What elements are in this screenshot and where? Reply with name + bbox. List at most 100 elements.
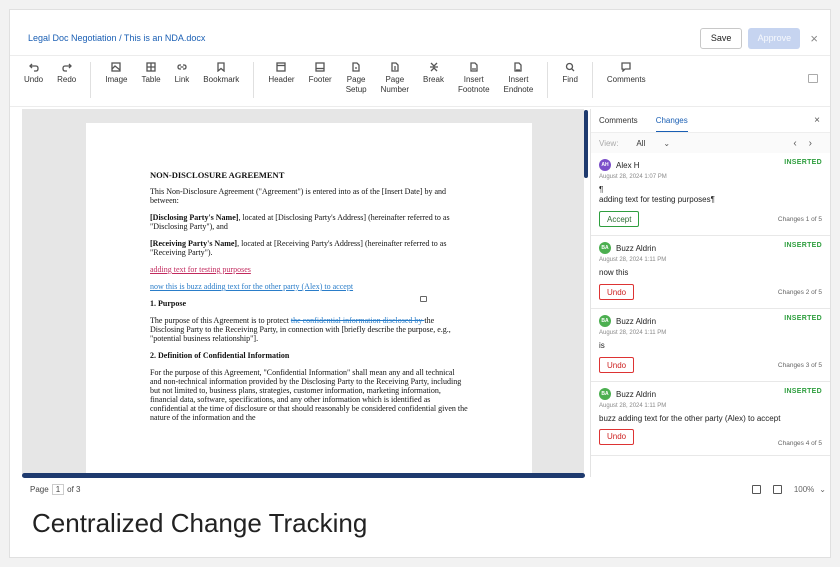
undo-change-button[interactable]: Undo (599, 428, 635, 445)
page-number-button[interactable]: Page Number (381, 62, 409, 95)
change-content: adding text for testing purposes¶ (599, 195, 715, 204)
change-card[interactable]: AH Alex H INSERTED August 28, 2024 1:07 … (591, 153, 830, 236)
insert-footnote-label: Insert Footnote (457, 75, 490, 94)
filter-label: View: (599, 138, 619, 148)
tracked-deletion[interactable]: the confidential information disclosed b… (291, 316, 425, 325)
image-icon (111, 62, 122, 72)
endnote-icon (514, 62, 523, 72)
review-panel: Comments Changes × View: All ⌄ ‹› AH Ale… (590, 109, 830, 477)
link-icon (177, 64, 187, 70)
undo-change-button[interactable]: Undo (599, 357, 635, 373)
change-author: Buzz Aldrin (616, 389, 657, 399)
tab-changes[interactable]: Changes (655, 110, 688, 132)
breadcrumb-project-link[interactable]: Legal Doc Negotiation (28, 33, 117, 43)
change-pilcrow: ¶ (599, 185, 604, 194)
close-icon[interactable]: × (810, 32, 818, 45)
change-content: is (599, 341, 605, 350)
editor-toolbar: Undo Redo Image Table Link Bookmark Head… (10, 55, 830, 107)
changes-filter: View: All ⌄ ‹› (591, 133, 830, 153)
header-icon (276, 62, 287, 72)
page-number-input[interactable]: 1 (51, 483, 65, 495)
redo-label: Redo (57, 75, 77, 84)
change-navigation-arrows[interactable]: ‹› (793, 138, 824, 149)
print-layout-icon[interactable] (751, 484, 761, 494)
bookmark-icon (217, 62, 225, 72)
save-button[interactable]: Save (699, 27, 743, 49)
redo-icon (62, 63, 72, 72)
track-changes-icon[interactable] (772, 484, 782, 494)
change-footer: Accept Changes 1 of 5 (599, 211, 822, 227)
footer-label: Footer (308, 75, 332, 84)
avatar: AH (599, 159, 611, 171)
change-author: Buzz Aldrin (616, 243, 657, 253)
redo-button[interactable]: Redo (57, 62, 76, 85)
image-button[interactable]: Image (105, 62, 127, 85)
accept-change-button[interactable]: Accept (599, 211, 640, 227)
break-icon (429, 62, 438, 72)
comment-icon (621, 62, 631, 72)
status-controls: 100% ⌄ (740, 484, 826, 494)
breadcrumb-file[interactable]: This is an NDA.docx (124, 33, 206, 43)
change-card[interactable]: BA Buzz Aldrin INSERTED August 28, 2024 … (591, 382, 830, 456)
change-card[interactable]: BA Buzz Aldrin INSERTED August 28, 2024 … (591, 236, 830, 309)
change-type-badge: INSERTED (784, 242, 822, 249)
insert-endnote-label: Insert Endnote (503, 75, 534, 94)
approve-button[interactable]: Approve (748, 27, 801, 49)
horizontal-scrollbar[interactable] (22, 473, 585, 478)
header-button[interactable]: Header (268, 62, 295, 85)
document-title: NON-DISCLOSURE AGREEMENT (150, 170, 285, 180)
change-footer: Undo Changes 4 of 5 (599, 426, 822, 447)
feature-caption: Centralized Change Tracking (32, 508, 368, 538)
find-button[interactable]: Find (562, 62, 578, 85)
bookmark-button[interactable]: Bookmark (203, 62, 239, 85)
link-button[interactable]: Link (175, 62, 189, 85)
document-page[interactable]: NON-DISCLOSURE AGREEMENT This Non-Disclo… (86, 123, 532, 477)
footnote-icon (470, 62, 478, 72)
filter-select[interactable]: All (636, 139, 645, 148)
footer-button[interactable]: Footer (309, 62, 332, 85)
panel-tabs: Comments Changes × (591, 109, 830, 133)
chevron-down-icon[interactable]: ⌄ (819, 485, 826, 494)
tab-comments[interactable]: Comments (599, 110, 638, 131)
footer-icon (315, 62, 325, 72)
document-canvas[interactable]: NON-DISCLOSURE AGREEMENT This Non-Disclo… (22, 109, 584, 477)
undo-button[interactable]: Undo (24, 62, 43, 85)
change-card[interactable]: BA Buzz Aldrin INSERTED August 28, 2024 … (591, 309, 830, 382)
page-total: of 3 (67, 484, 81, 494)
vertical-scrollbar[interactable] (584, 110, 588, 178)
document-intro: This Non-Disclosure Agreement ("Agreemen… (150, 187, 446, 205)
comment-marker-icon[interactable] (420, 296, 427, 302)
receiving-party-paragraph: [Receiving Party's Name], located at [Re… (150, 239, 468, 257)
section-1-paragraph: The purpose of this Agreement is to prot… (150, 316, 468, 343)
change-counter: Changes 2 of 5 (777, 288, 822, 296)
page-setup-button[interactable]: Page Setup (346, 62, 367, 95)
undo-change-button[interactable]: Undo (599, 284, 635, 300)
tracked-insertion-buzz[interactable]: now this is buzz adding text for the oth… (150, 282, 468, 291)
change-type-badge: INSERTED (784, 315, 822, 322)
table-button[interactable]: Table (141, 62, 161, 85)
chevron-down-icon[interactable]: ⌄ (663, 139, 670, 148)
break-button[interactable]: Break (423, 62, 444, 85)
search-icon (565, 62, 575, 72)
change-footer: Undo Changes 2 of 5 (599, 284, 822, 300)
page-number-label: Page Number (380, 75, 410, 94)
zoom-select[interactable]: 100% (794, 485, 814, 494)
change-type-badge: INSERTED (784, 159, 822, 166)
breadcrumb: Legal Doc Negotiation / This is an NDA.d… (28, 33, 700, 43)
app-frame: Legal Doc Negotiation / This is an NDA.d… (9, 9, 831, 558)
break-label: Break (423, 75, 444, 84)
insert-footnote-button[interactable]: Insert Footnote (458, 62, 490, 95)
insert-endnote-button[interactable]: Insert Endnote (503, 62, 534, 95)
tracked-insertion-alex[interactable]: adding text for testing purposes (150, 265, 468, 274)
sidebar-toggle-icon[interactable] (808, 74, 818, 83)
change-timestamp: August 28, 2024 1:11 PM (599, 403, 667, 409)
undo-label: Undo (24, 75, 44, 84)
receiving-party-name: [Receiving Party's Name] (150, 239, 238, 248)
panel-close-icon[interactable]: × (814, 115, 820, 126)
change-timestamp: August 28, 2024 1:11 PM (599, 330, 667, 336)
section-2-heading: 2. Definition of Confidential Informatio… (150, 351, 290, 360)
change-author: Buzz Aldrin (616, 316, 657, 326)
table-icon (146, 62, 156, 72)
change-content: buzz adding text for the other party (Al… (599, 414, 781, 423)
comments-button[interactable]: Comments (607, 62, 646, 85)
